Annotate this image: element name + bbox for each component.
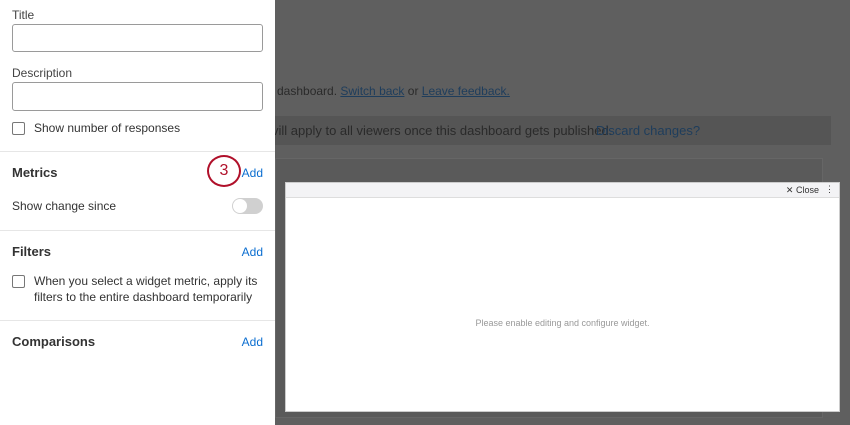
divider [0,230,275,231]
widget-settings-panel: Title Description Show number of respons… [0,0,275,425]
metrics-heading: Metrics [12,165,58,180]
description-label: Description [12,66,73,80]
divider [0,320,275,321]
title-input[interactable] [12,24,263,52]
close-button[interactable]: ✕ Close [786,185,819,196]
discard-changes-link[interactable]: Discard changes? [596,123,700,138]
add-comparison-button[interactable]: Add [242,335,263,349]
show-change-toggle[interactable] [232,198,263,214]
show-responses-label: Show number of responses [34,121,181,135]
more-options-icon[interactable]: ⋮ [825,184,834,195]
apply-filters-checkbox[interactable] [12,275,25,288]
filters-heading: Filters [12,244,52,259]
unpublished-banner: vill apply to all viewers once this dash… [272,116,831,145]
add-filter-button[interactable]: Add [242,245,263,259]
widget-empty-message: Please enable editing and configure widg… [475,318,650,328]
leave-feedback-link[interactable]: Leave feedback. [422,84,510,98]
show-change-label: Show change since [12,199,117,213]
step-number-badge: 3 [207,155,241,187]
title-label: Title [12,8,35,22]
widget-header: ✕ Close ⋮ [286,183,839,198]
comparisons-heading: Comparisons [12,334,96,349]
widget-preview: ✕ Close ⋮ Please enable editing and conf… [285,182,840,412]
notice-text: dashboard. Switch back or Leave feedback… [277,84,510,98]
add-metric-button[interactable]: Add [242,166,263,180]
banner-text: vill apply to all viewers once this dash… [272,123,613,138]
divider [0,151,275,152]
apply-filters-label: When you select a widget metric, apply i… [34,274,258,304]
show-responses-checkbox[interactable] [12,122,25,135]
switch-back-link[interactable]: Switch back [340,84,404,98]
description-textarea[interactable] [12,82,263,111]
close-icon: ✕ [785,185,794,195]
close-label: Close [795,185,819,195]
